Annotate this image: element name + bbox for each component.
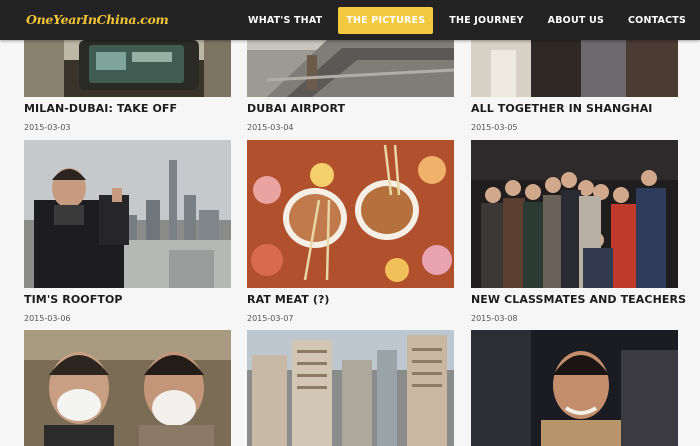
card-date: 2015-03-08 <box>471 314 518 323</box>
photo-shanghai-buildings[interactable] <box>247 330 454 446</box>
card-date: 2015-03-03 <box>24 123 71 132</box>
card-date: 2015-03-07 <box>247 314 294 323</box>
nav-the-journey[interactable]: THE JOURNEY <box>441 7 531 34</box>
nav-whats-that[interactable]: WHAT'S THAT <box>240 7 330 34</box>
photo-tims-rooftop[interactable] <box>24 140 231 288</box>
photo-night-portrait[interactable] <box>471 330 678 446</box>
card-date: 2015-03-06 <box>24 314 71 323</box>
card-title[interactable]: ALL TOGETHER IN SHANGHAI <box>471 102 653 115</box>
card-title[interactable]: DUBAI AIRPORT <box>247 102 345 115</box>
card-date: 2015-03-04 <box>247 123 294 132</box>
card-title[interactable]: RAT MEAT (?) <box>247 293 330 306</box>
card-title[interactable]: TIM'S ROOFTOP <box>24 293 123 306</box>
nav-the-pictures[interactable]: THE PICTURES <box>338 6 434 34</box>
card-title[interactable]: NEW CLASSMATES AND TEACHERS <box>471 293 686 306</box>
photo-face-masks[interactable] <box>24 330 231 446</box>
card-title[interactable]: MILAN-DUBAI: TAKE OFF <box>24 102 177 115</box>
photo-rat-meat[interactable] <box>247 140 454 288</box>
site-logo[interactable]: OneYearInChina.com <box>26 12 169 27</box>
nav-contacts[interactable]: CONTACTS <box>620 7 694 34</box>
card-date: 2015-03-05 <box>471 123 518 132</box>
main-nav: WHAT'S THAT THE PICTURES THE JOURNEY ABO… <box>240 0 700 40</box>
nav-about-us[interactable]: ABOUT US <box>540 7 612 34</box>
top-navbar: OneYearInChina.com WHAT'S THAT THE PICTU… <box>0 0 700 40</box>
photo-new-classmates-and-teachers[interactable] <box>471 140 678 288</box>
